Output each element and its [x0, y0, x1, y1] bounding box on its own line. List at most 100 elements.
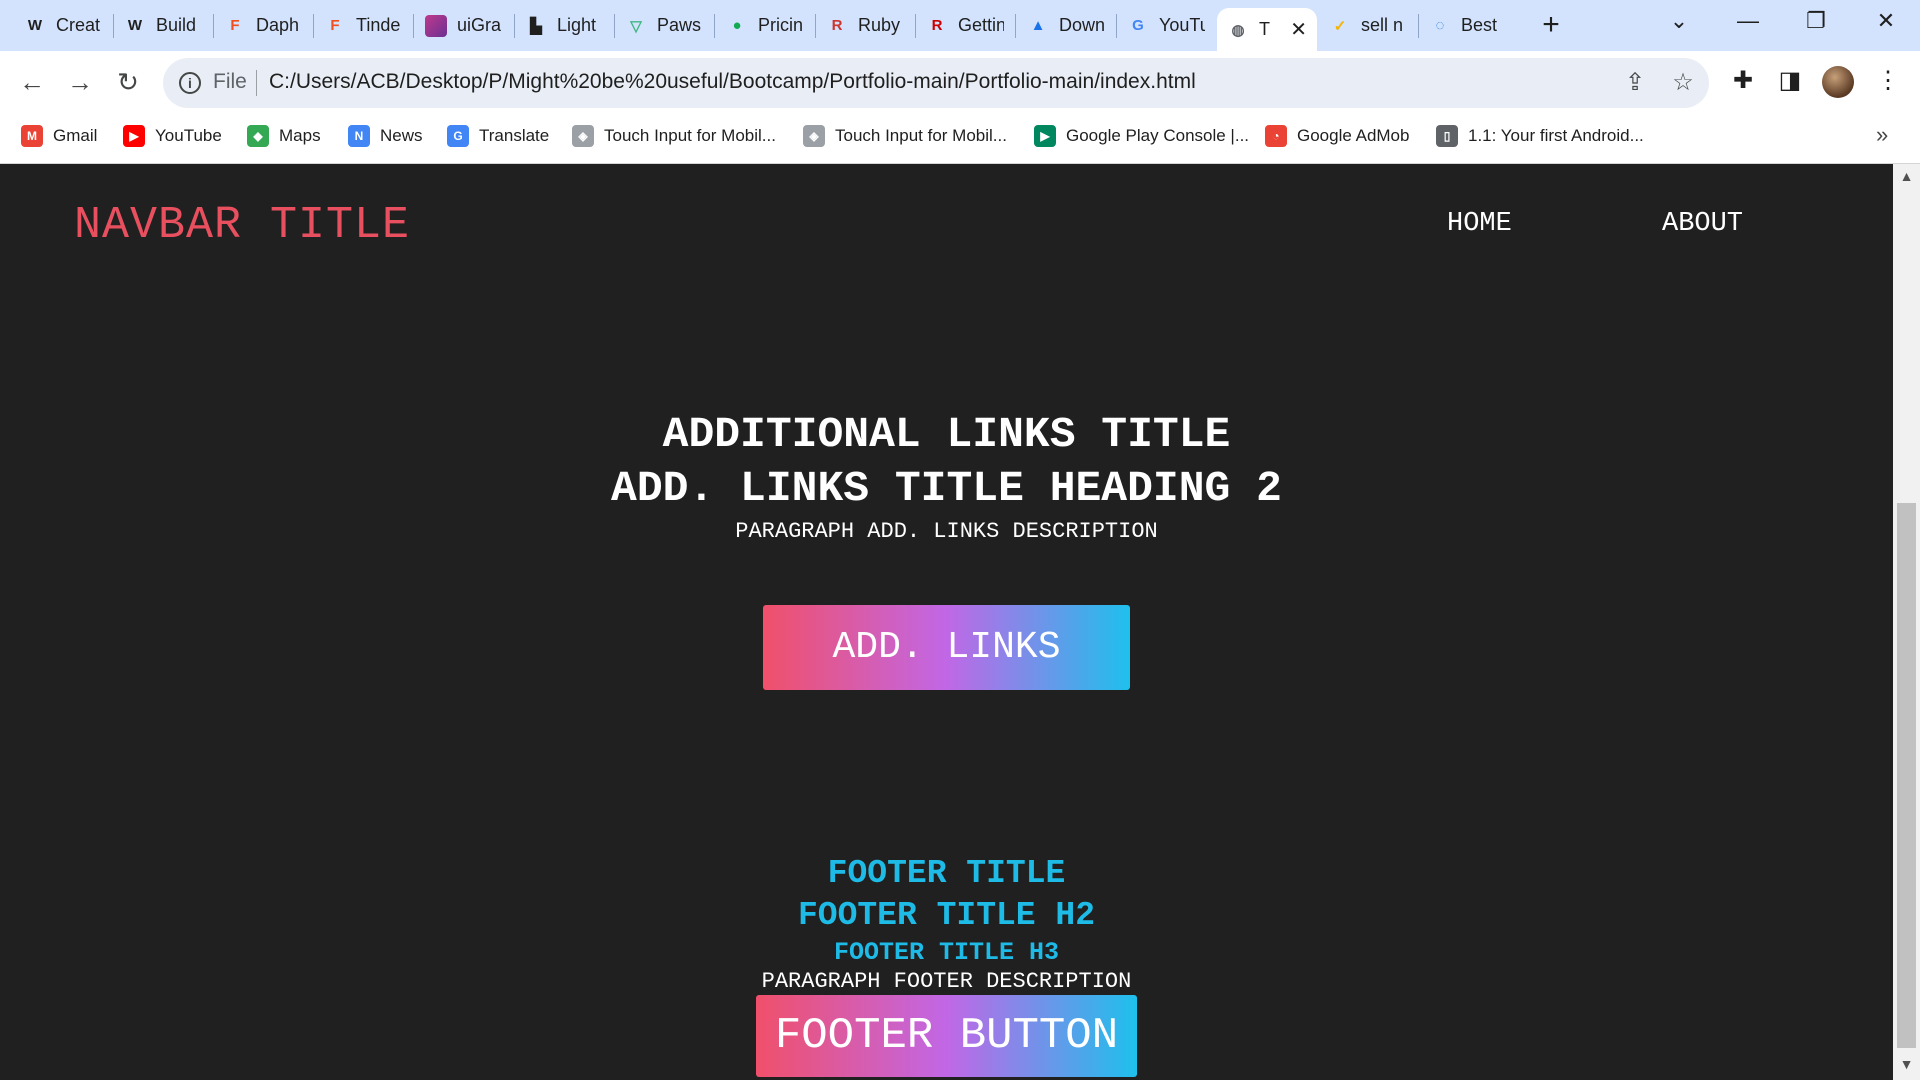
- rails-icon: R: [931, 17, 943, 34]
- info-icon[interactable]: i: [179, 72, 201, 94]
- webflow-icon: W: [127, 17, 143, 34]
- nav-link-about[interactable]: ABOUT: [1662, 209, 1743, 239]
- admob-icon: ◔: [1265, 125, 1287, 147]
- youtube-icon: ▶: [123, 125, 145, 147]
- navbar-title[interactable]: NAVBAR TITLE: [74, 200, 410, 251]
- additional-links-description: PARAGRAPH ADD. LINKS DESCRIPTION: [735, 519, 1158, 544]
- browser-tab[interactable]: R Ruby: [816, 8, 914, 43]
- bookmark-item[interactable]: ◈ Touch Input for Mobil...: [572, 122, 776, 150]
- add-links-button[interactable]: ADD. LINKS: [763, 605, 1130, 690]
- bookmark-item[interactable]: ▯ 1.1: Your first Android...: [1436, 122, 1644, 150]
- url-separator: [256, 70, 257, 96]
- bookmark-item[interactable]: ◔ Google AdMob: [1265, 122, 1409, 150]
- browser-tab[interactable]: ◌ Best: [1419, 8, 1517, 43]
- additional-links-heading-2: ADD. LINKS TITLE HEADING 2: [611, 464, 1282, 513]
- book-icon: ▯: [1436, 125, 1458, 147]
- unity-icon: ◈: [803, 125, 825, 147]
- url-scheme-label: File: [213, 70, 247, 93]
- bookmark-label: Maps: [279, 126, 321, 145]
- tab-title: Build: [156, 15, 197, 35]
- bookmark-label: Google AdMob: [1297, 126, 1410, 145]
- check-icon: ✓: [1333, 17, 1347, 35]
- scroll-down-arrow-icon[interactable]: ▼: [1896, 1056, 1917, 1072]
- share-icon[interactable]: ⇪: [1620, 68, 1650, 97]
- play-console-icon: ▶: [1034, 125, 1056, 147]
- bookmark-label: 1.1: Your first Android...: [1468, 126, 1644, 145]
- bookmark-item[interactable]: ▶ Google Play Console |...: [1034, 122, 1249, 150]
- bookmark-label: News: [380, 126, 423, 145]
- scroll-up-arrow-icon[interactable]: ▲: [1896, 168, 1917, 184]
- bookmark-item[interactable]: M Gmail: [21, 122, 97, 150]
- browser-tab[interactable]: W Creat: [14, 8, 112, 43]
- extensions-icon[interactable]: ✚: [1727, 66, 1759, 95]
- browser-tab[interactable]: R Gettin: [916, 8, 1014, 43]
- bookmark-item[interactable]: ◈ Touch Input for Mobil...: [803, 122, 1007, 150]
- bookmark-item[interactable]: N News: [348, 122, 423, 150]
- close-window-icon[interactable]: ✕: [1866, 8, 1906, 34]
- profile-avatar[interactable]: [1822, 66, 1854, 98]
- tab-title: Light: [557, 15, 597, 35]
- tab-separator: [714, 14, 715, 38]
- vue-icon: ▽: [630, 17, 642, 35]
- back-arrow-icon[interactable]: ←: [17, 67, 47, 97]
- drive-icon: ▲: [1030, 17, 1046, 34]
- figma-icon: F: [330, 17, 340, 34]
- tab-title: Best: [1461, 15, 1498, 35]
- url-text[interactable]: C:/Users/ACB/Desktop/P/Might%20be%20usef…: [269, 70, 1196, 94]
- footer-button[interactable]: FOOTER BUTTON: [756, 995, 1137, 1077]
- new-tab-button[interactable]: +: [1536, 10, 1566, 40]
- forward-arrow-icon[interactable]: →: [65, 67, 95, 97]
- browser-tab[interactable]: F Tinde: [314, 8, 412, 43]
- tab-separator: [413, 14, 414, 38]
- bookmark-item[interactable]: ▶ YouTube: [123, 122, 222, 150]
- browser-tab[interactable]: ▽ Paws: [615, 8, 713, 43]
- more-bookmarks-icon[interactable]: »: [1876, 122, 1888, 148]
- tab-title: Ruby: [858, 15, 901, 35]
- reload-icon[interactable]: ↻: [113, 67, 143, 97]
- footer-description: PARAGRAPH FOOTER DESCRIPTION: [761, 969, 1132, 994]
- minimize-icon[interactable]: —: [1728, 8, 1768, 34]
- uigradients-icon: [425, 14, 447, 37]
- news-icon: N: [348, 125, 370, 147]
- browser-tab[interactable]: F Daph: [214, 8, 312, 43]
- tab-title: YouTu: [1159, 15, 1205, 35]
- browser-tab[interactable]: ▲ Down: [1017, 8, 1115, 43]
- bookmark-label: Google Play Console |...: [1066, 126, 1250, 145]
- browser-tab[interactable]: G YouTu: [1117, 8, 1215, 43]
- close-tab-icon[interactable]: ✕: [1290, 17, 1307, 42]
- tab-title: Creat: [56, 15, 101, 35]
- browser-tab[interactable]: ◍ T ✕: [1217, 8, 1317, 51]
- tab-title: T: [1259, 19, 1270, 39]
- restore-icon[interactable]: ❐: [1796, 8, 1836, 34]
- footer-title-h2: FOOTER TITLE H2: [797, 897, 1096, 934]
- nav-link-home[interactable]: HOME: [1447, 209, 1512, 239]
- menu-icon[interactable]: ⋮: [1872, 66, 1904, 95]
- bookmark-label: Touch Input for Mobil...: [835, 126, 1007, 145]
- webflow-icon: W: [27, 17, 43, 34]
- browser-tab[interactable]: uiGra: [415, 8, 513, 43]
- bookmark-item[interactable]: ◆ Maps: [247, 122, 321, 150]
- footer-title: FOOTER TITLE: [827, 855, 1066, 892]
- browser-tab[interactable]: ▙ Light: [515, 8, 613, 43]
- scrollbar-thumb[interactable]: [1897, 503, 1916, 1048]
- maps-icon: ◆: [247, 125, 269, 147]
- globe-icon: ◍: [1231, 21, 1245, 39]
- bookmark-item[interactable]: G Translate: [447, 122, 549, 150]
- gmail-icon: M: [21, 125, 43, 147]
- side-panel-icon[interactable]: ◨: [1774, 66, 1806, 95]
- tab-search-icon[interactable]: ⌄: [1659, 8, 1699, 34]
- bookmark-star-icon[interactable]: ☆: [1668, 68, 1698, 97]
- loading-icon: ◌: [1435, 17, 1445, 34]
- tab-title: Gettin: [958, 15, 1004, 35]
- bookmark-label: Touch Input for Mobil...: [604, 126, 776, 145]
- browser-tab[interactable]: ✓ sell n: [1319, 8, 1417, 43]
- tab-title: Tinde: [356, 15, 401, 35]
- tab-title: uiGra: [457, 15, 502, 35]
- lighthouse-icon: ▙: [530, 17, 542, 35]
- tab-title: sell n: [1361, 15, 1404, 35]
- bookmark-label: Gmail: [53, 126, 98, 145]
- browser-tab[interactable]: ● Pricin: [716, 8, 814, 43]
- footer-title-h3: FOOTER TITLE H3: [833, 938, 1060, 967]
- browser-tab[interactable]: W Build: [114, 8, 212, 43]
- tab-separator: [1015, 14, 1016, 38]
